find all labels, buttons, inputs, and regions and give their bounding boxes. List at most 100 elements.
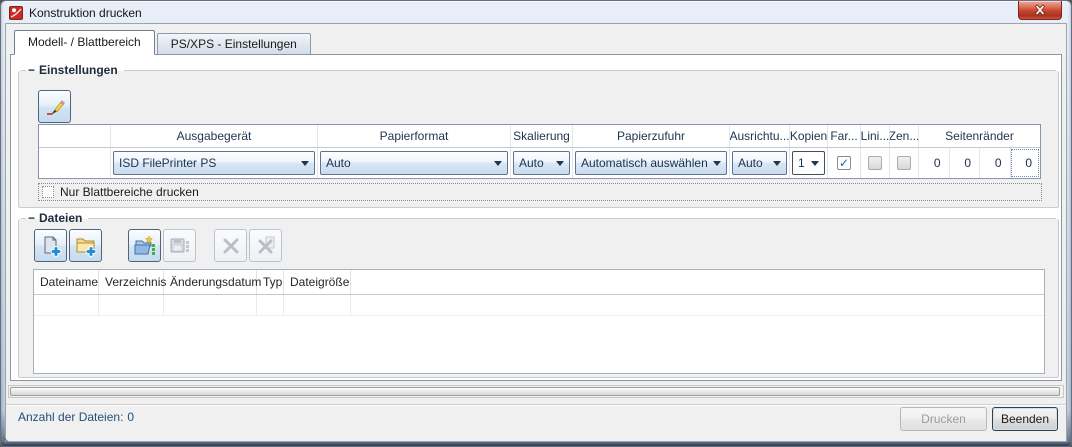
dropdown-arrow-icon [301, 160, 309, 166]
settings-header-row: Ausgabegerät Papierformat Skalierung Pap… [39, 125, 1040, 148]
row-selector-cell[interactable] [39, 148, 111, 178]
resize-grip[interactable] [2, 435, 12, 445]
scaling-select[interactable]: Auto [513, 151, 570, 175]
tab-bar: Modell- / Blattbereich PS/XPS - Einstell… [14, 30, 311, 55]
settings-header-margins: Seitenränder [945, 129, 1014, 143]
settings-header-copies: Kopien [790, 125, 828, 147]
close-button[interactable] [1018, 1, 1062, 20]
files-header-type[interactable]: Typ [257, 270, 284, 294]
save-file-list-icon [170, 238, 189, 252]
settings-group-title: − Einstellungen [21, 63, 1056, 77]
only-sheet-areas-row: Nur Blattbereiche drucken [38, 183, 1042, 201]
only-sheet-areas-checkbox[interactable] [42, 186, 54, 198]
dropdown-arrow-icon [494, 160, 502, 166]
group-rule [21, 217, 26, 219]
settings-header-orientation: Ausrichtu... [730, 125, 790, 147]
settings-table: Ausgabegerät Papierformat Skalierung Pap… [38, 124, 1041, 179]
settings-group-label: Einstellungen [39, 63, 118, 77]
settings-header-scaling: Skalierung [511, 125, 573, 147]
close-icon [1035, 4, 1045, 16]
files-header-size[interactable]: Dateigröße [284, 270, 351, 294]
orientation-select[interactable]: Auto [732, 151, 787, 175]
settings-header-lines: Lini... [861, 125, 890, 147]
footer-divider [6, 404, 1066, 406]
settings-header-center: Zen... [890, 125, 919, 147]
settings-value-row: ISD FilePrinter PS Auto Auto Automatisch… [39, 148, 1040, 178]
tab-ps-xps-settings[interactable]: PS/XPS - Einstellungen [156, 33, 311, 54]
dialog-client-area: Modell- / Blattbereich PS/XPS - Einstell… [5, 23, 1067, 442]
settings-header-paper-format: Papierformat [318, 125, 511, 147]
only-sheet-areas-label: Nur Blattbereiche drucken [60, 185, 199, 199]
paper-format-select[interactable]: Auto [320, 151, 508, 175]
add-file-button[interactable] [34, 229, 67, 262]
color-checkbox[interactable]: ✓ [837, 156, 851, 170]
file-count-status: Anzahl der Dateien: 0 [18, 410, 134, 424]
orientation-value: Auto [738, 156, 763, 170]
add-folder-icon [76, 238, 96, 257]
settings-group: − Einstellungen Ausgabegerät Papierforma… [18, 63, 1059, 208]
paper-format-value: Auto [326, 156, 351, 170]
margin-field-1[interactable]: 0 [919, 148, 949, 178]
window-title: Konstruktion drucken [29, 5, 142, 20]
horizontal-scrollbar[interactable] [8, 385, 1064, 398]
load-file-list-button[interactable] [128, 229, 161, 262]
group-rule [123, 69, 1056, 71]
quit-button[interactable]: Beenden [992, 407, 1058, 431]
files-header-modified[interactable]: Änderungsdatum [164, 270, 261, 294]
margin-field-3[interactable]: 0 [979, 148, 1010, 178]
copies-select[interactable]: 1 [792, 151, 825, 175]
lines-checkbox[interactable] [868, 156, 882, 170]
group-rule [21, 69, 26, 71]
file-count-label: Anzahl der Dateien: [18, 410, 124, 424]
files-group-title: − Dateien [21, 211, 1056, 225]
scrollbar-thumb[interactable] [10, 387, 1060, 396]
dropdown-arrow-icon [713, 160, 721, 166]
files-header-filler [351, 270, 1044, 294]
add-file-icon [44, 236, 61, 257]
titlebar: Konstruktion drucken [9, 4, 142, 21]
check-icon: ✓ [838, 156, 850, 170]
remove-all-files-button[interactable] [249, 229, 282, 262]
settings-header-paper-feed: Papierzufuhr [573, 125, 730, 147]
remove-file-button[interactable] [214, 229, 247, 262]
settings-header-empty [39, 125, 111, 147]
load-file-list-icon [134, 234, 155, 255]
output-device-select[interactable]: ISD FilePrinter PS [113, 151, 315, 175]
files-header-name[interactable]: Dateiname [34, 270, 99, 294]
margin-field-2[interactable]: 0 [948, 148, 980, 178]
scaling-value: Auto [519, 156, 544, 170]
tab-label: Modell- / Blattbereich [28, 35, 141, 49]
tab-model-sheet-range[interactable]: Modell- / Blattbereich [14, 30, 155, 55]
margin-field-4[interactable]: 0 [1009, 148, 1041, 178]
edit-settings-button[interactable] [38, 90, 71, 123]
collapse-toggle[interactable]: − [28, 211, 35, 225]
settings-header-color: Far... [828, 125, 861, 147]
copies-value: 1 [798, 156, 805, 170]
dropdown-arrow-icon [773, 160, 781, 166]
settings-header-device: Ausgabegerät [111, 125, 318, 147]
tab-label: PS/XPS - Einstellungen [170, 37, 297, 51]
print-button[interactable]: Drucken [900, 407, 987, 431]
collapse-toggle[interactable]: − [28, 63, 35, 77]
dialog-window: Konstruktion drucken Modell- / Blattbere… [0, 0, 1072, 447]
files-header-row: Dateiname Verzeichnis Änderungsdatum Typ… [34, 270, 1044, 295]
output-device-value: ISD FilePrinter PS [119, 156, 217, 170]
center-checkbox[interactable] [897, 156, 911, 170]
pen-icon [46, 99, 65, 115]
paper-feed-select[interactable]: Automatisch auswählen [575, 151, 727, 175]
remove-file-icon [223, 238, 238, 253]
group-rule [88, 217, 1056, 219]
tab-page-model-sheet: − Einstellungen Ausgabegerät Papierforma… [10, 54, 1062, 381]
files-table: Dateiname Verzeichnis Änderungsdatum Typ… [33, 269, 1045, 374]
dropdown-arrow-icon [811, 160, 819, 166]
remove-all-files-icon [258, 236, 274, 253]
file-count-value: 0 [127, 410, 135, 424]
save-file-list-button[interactable] [163, 229, 196, 262]
files-group-label: Dateien [39, 211, 83, 225]
files-group: − Dateien Dateiname Verzeichnis Änderung… [18, 211, 1059, 378]
page-margins-group: 0 0 0 0 [919, 148, 1040, 178]
files-header-directory[interactable]: Verzeichnis [99, 270, 166, 294]
files-empty-row [34, 295, 1044, 316]
app-icon [9, 5, 23, 20]
add-folder-button[interactable] [69, 229, 102, 262]
